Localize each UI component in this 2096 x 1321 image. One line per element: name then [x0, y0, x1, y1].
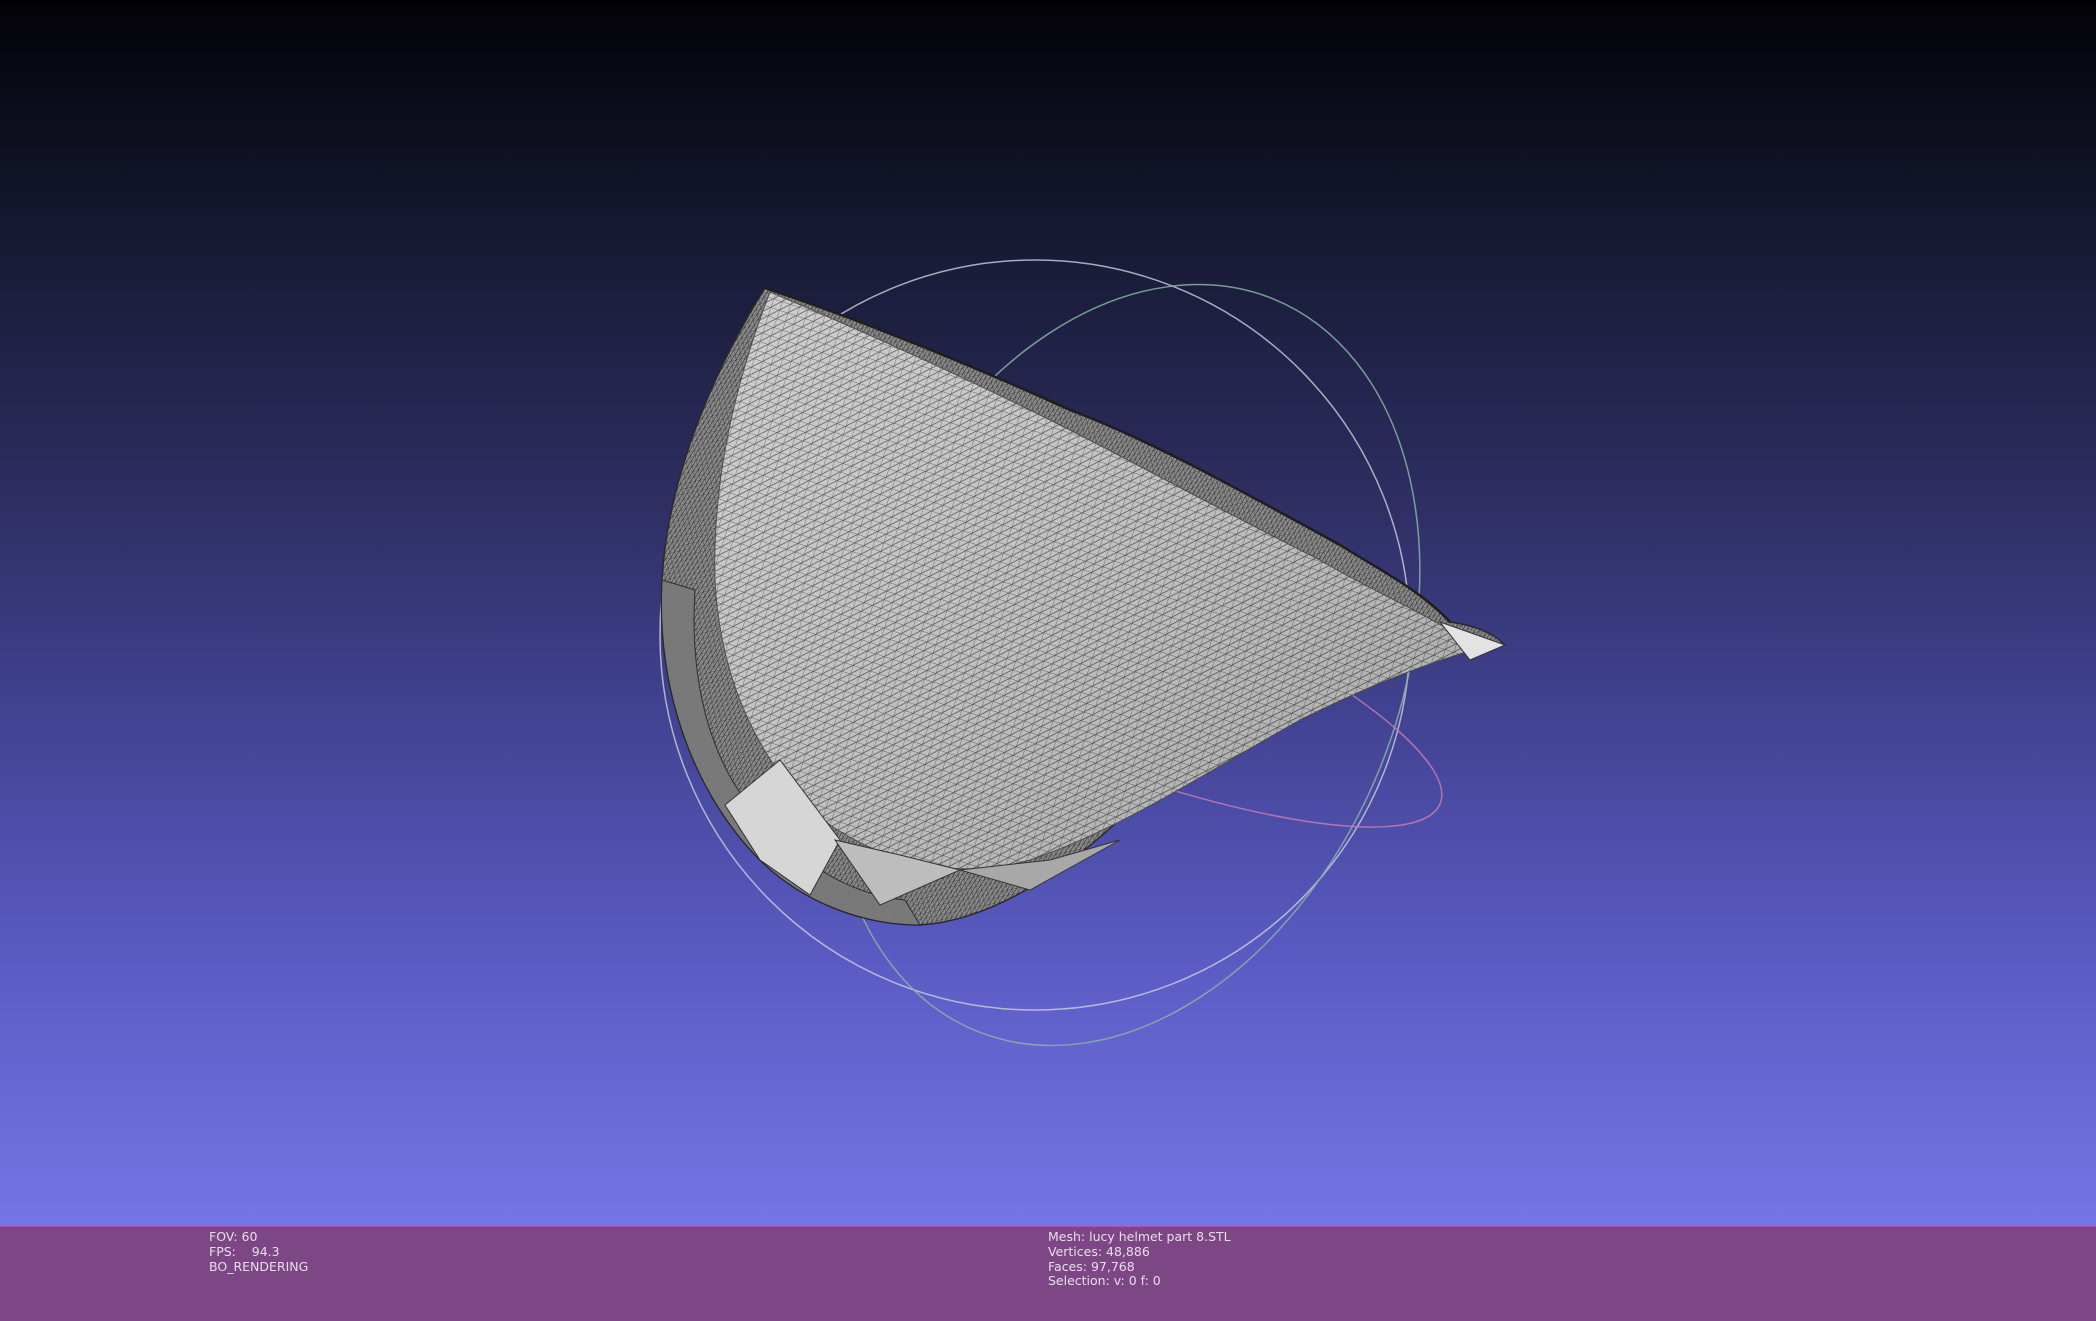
mesh-info: Mesh: lucy helmet part 8.STL Vertices: 4…: [1048, 1229, 1231, 1289]
render-mode-readout: BO_RENDERING: [209, 1258, 309, 1274]
3d-viewport[interactable]: [0, 0, 2096, 1226]
mesh-scene[interactable]: [0, 0, 2096, 1226]
vertices-readout: Vertices: 48,886: [1048, 1243, 1150, 1259]
helmet-mesh[interactable]: [660, 286, 1507, 926]
fov-readout: FOV: 60: [209, 1229, 258, 1244]
fps-readout: FPS: 94.3: [209, 1243, 280, 1259]
render-info: FOV: 60 FPS: 94.3 BO_RENDERING: [209, 1229, 309, 1274]
mesh-name-readout: Mesh: lucy helmet part 8.STL: [1048, 1229, 1231, 1244]
selection-readout: Selection: v: 0 f: 0: [1048, 1273, 1161, 1289]
faces-readout: Faces: 97,768: [1048, 1258, 1135, 1274]
info-bar: FOV: 60 FPS: 94.3 BO_RENDERING Mesh: luc…: [0, 1226, 2096, 1321]
